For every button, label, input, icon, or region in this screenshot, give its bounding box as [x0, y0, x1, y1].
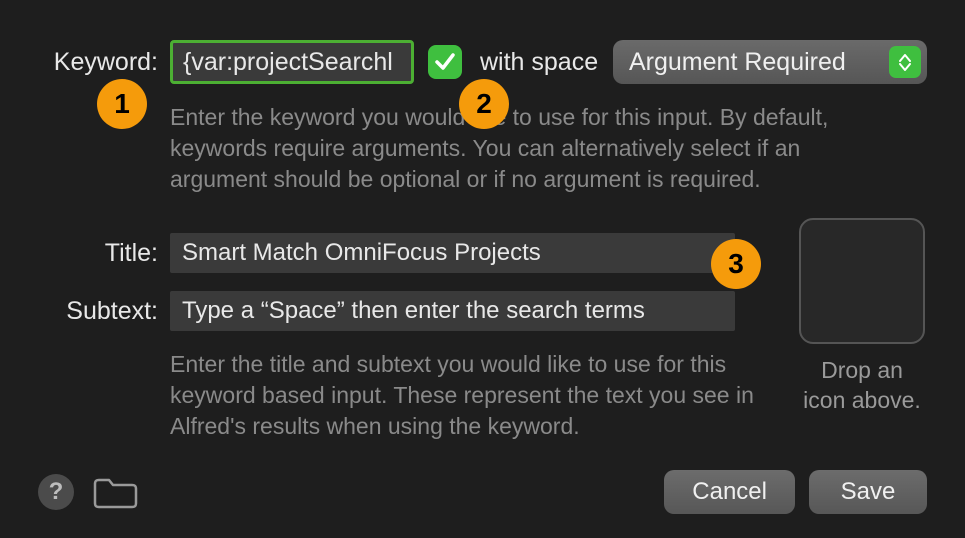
with-space-checkbox[interactable]: [428, 45, 462, 79]
help-icon[interactable]: ?: [38, 474, 74, 510]
argument-select[interactable]: Argument Required: [613, 40, 927, 84]
title-input[interactable]: [170, 233, 735, 273]
save-button[interactable]: Save: [809, 470, 927, 514]
updown-arrows-icon: [889, 46, 921, 78]
keyword-label: Keyword:: [38, 48, 158, 77]
keyword-help-text: Enter the keyword you would like to use …: [170, 102, 870, 195]
subtext-label: Subtext:: [38, 297, 158, 326]
icon-drop-caption: Drop an icon above.: [797, 356, 927, 416]
argument-select-value: Argument Required: [629, 48, 846, 77]
icon-drop-zone[interactable]: [799, 218, 925, 344]
checkmark-icon: [433, 50, 457, 74]
keyword-input[interactable]: [170, 40, 414, 84]
subtext-input[interactable]: [170, 291, 735, 331]
with-space-label: with space: [480, 48, 598, 77]
cancel-button[interactable]: Cancel: [664, 470, 795, 514]
folder-icon[interactable]: [92, 474, 138, 510]
annotation-badge-1: 1: [97, 79, 147, 129]
title-label: Title:: [38, 239, 158, 268]
title-subtext-help-text: Enter the title and subtext you would li…: [170, 349, 790, 442]
